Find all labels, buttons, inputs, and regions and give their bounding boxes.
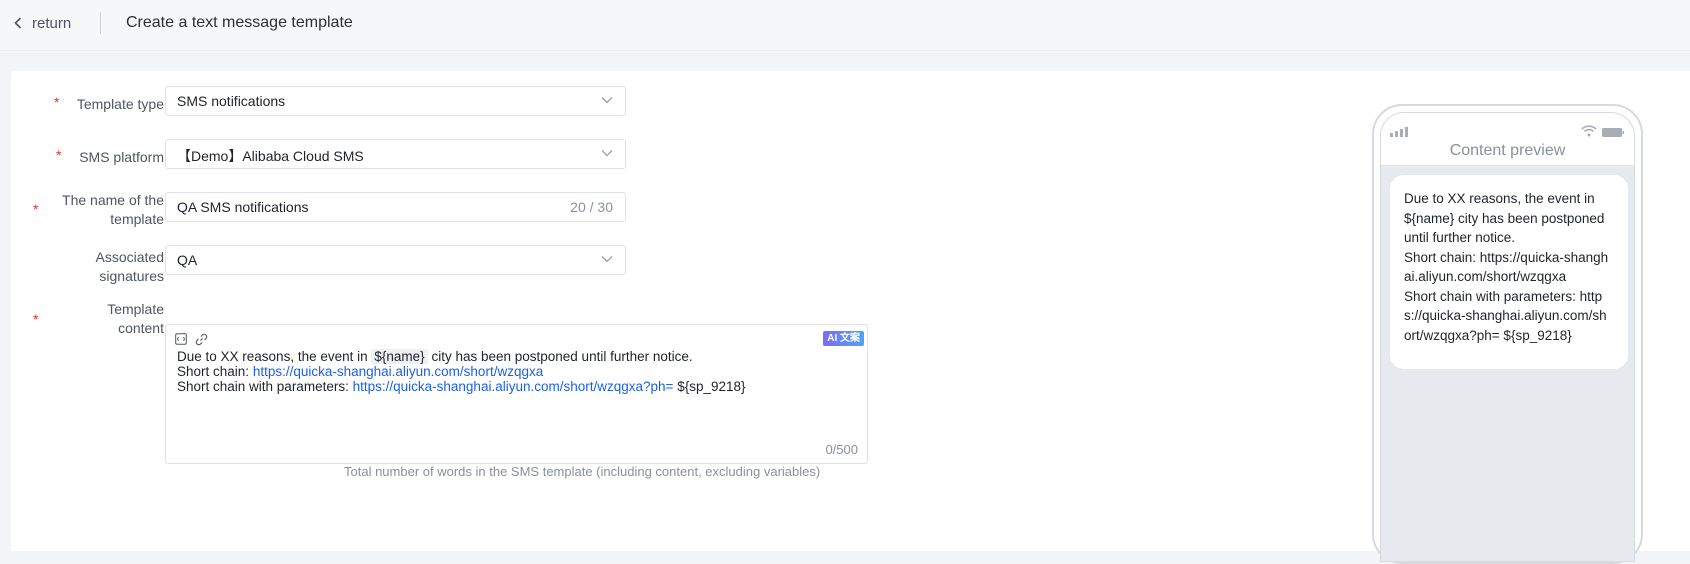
variable-icon[interactable] [175, 333, 187, 345]
phone-header: Content preview [1381, 113, 1634, 166]
preview-title: Content preview [1449, 142, 1566, 159]
chevron-down-icon [601, 150, 613, 157]
template-name-label-line2: template [110, 211, 164, 227]
form-card: * Template type SMS notifications * SMS … [11, 71, 1690, 564]
message-bubble: Due to XX reasons, the event in ${name} … [1390, 175, 1628, 369]
signature-label-line2: signatures [99, 268, 164, 284]
template-name-value: QA SMS notifications [177, 199, 309, 215]
short-chain-link[interactable]: https://quicka-shanghai.aliyun.com/short… [253, 364, 543, 379]
template-type-value: SMS notifications [177, 93, 286, 109]
phone-preview: Content preview Due to XX reasons, the e… [1372, 104, 1643, 564]
sms-platform-select[interactable]: 【Demo】Alibaba Cloud SMS [165, 139, 626, 169]
variable-chip-name[interactable]: ${name} [371, 349, 428, 364]
sms-platform-label: SMS platform [79, 149, 164, 165]
link-icon[interactable] [195, 333, 208, 346]
template-name-char-count: 20 / 30 [570, 199, 613, 215]
page-title: Create a text message template [126, 14, 353, 31]
template-type-select[interactable]: SMS notifications [165, 86, 626, 116]
return-label: return [32, 14, 72, 32]
message-text: Due to XX reasons, the event in ${name} … [1404, 189, 1614, 345]
preview-line3: Short chain with parameters: https://qui… [1404, 288, 1607, 343]
phone-screen: Content preview Due to XX reasons, the e… [1380, 112, 1635, 562]
chevron-left-icon [14, 17, 22, 29]
template-content-text: Due to XX reasons, the event in ${name} … [177, 349, 746, 394]
signature-label-line1: Associated [95, 249, 164, 265]
preview-line1: Due to XX reasons, the event in ${name} … [1404, 191, 1605, 245]
content-line3-prefix: Short chain with parameters: [177, 379, 349, 394]
template-content-editor[interactable]: AI 文案 Due to XX reasons, the event in ${… [165, 324, 868, 464]
signature-label: Associated signatures [11, 248, 164, 286]
top-bar: return Create a text message template [0, 0, 1690, 51]
template-content-label-line2: content [118, 320, 164, 336]
ai-copywriting-button[interactable]: AI 文案 [823, 331, 864, 346]
template-content-label-line1: Template [107, 301, 164, 317]
word-count-hint: Total number of words in the SMS templat… [344, 464, 821, 479]
preview-line2: Short chain: https://quicka-shanghai.ali… [1404, 249, 1609, 285]
template-name-label: The name of the template [11, 191, 164, 229]
editor-toolbar [175, 333, 208, 346]
chevron-down-icon [601, 97, 613, 104]
signal-icon [1390, 127, 1408, 137]
content-char-counter: 0/500 [825, 442, 858, 457]
battery-icon [1602, 128, 1624, 137]
template-content-label: Template content [11, 300, 164, 338]
template-type-label: Template type [76, 96, 164, 112]
content-line1-before: Due to XX reasons, the event in [177, 349, 368, 364]
variable-sp: ${sp_9218} [677, 379, 746, 394]
return-button[interactable]: return [14, 13, 71, 33]
signature-select[interactable]: QA [165, 245, 626, 275]
content-line2-prefix: Short chain: [177, 364, 250, 379]
chevron-down-icon [601, 256, 613, 263]
template-name-input[interactable]: QA SMS notifications 20 / 30 [165, 192, 626, 222]
short-chain-param-link[interactable]: https://quicka-shanghai.aliyun.com/short… [353, 379, 674, 394]
template-name-label-line1: The name of the [62, 192, 164, 208]
signature-value: QA [177, 252, 198, 268]
header-divider [100, 12, 101, 34]
wifi-icon [1581, 125, 1597, 137]
content-line1-after: city has been postponed until further no… [431, 349, 693, 364]
sms-platform-value: 【Demo】Alibaba Cloud SMS [177, 148, 364, 164]
